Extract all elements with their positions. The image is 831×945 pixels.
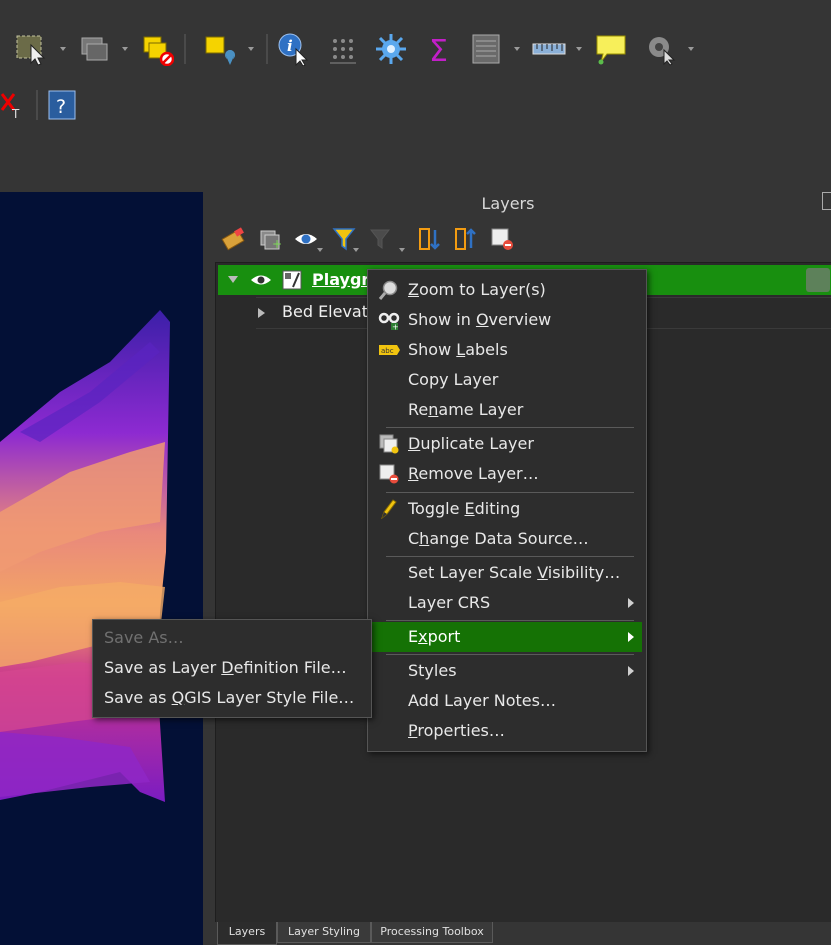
collapse-arrow-icon[interactable] [228,276,238,283]
dropdown-arrow[interactable] [122,47,128,51]
submenu-item-save-qgis-style[interactable]: Save as QGIS Layer Style File… [104,688,354,707]
duplicate-layer-icon [379,434,399,454]
sigma-icon[interactable]: Σ [424,32,458,66]
menu-separator [386,556,634,557]
action-icon[interactable] [644,32,678,66]
menu-item-remove-layer[interactable]: Remove Layer… [372,459,642,489]
menu-item-add-layer-notes[interactable]: Add Layer Notes… [372,686,642,716]
dropdown-arrow[interactable] [353,248,359,252]
layers-panel-toolbar: + [215,222,831,256]
menu-item-zoom-to-layer[interactable]: Zoom to Layer(s) [372,275,642,305]
menu-separator [386,654,634,655]
menu-item-properties[interactable]: Properties… [372,716,642,746]
map-canvas[interactable] [0,192,203,945]
layer-child-name: Bed Elevati [282,302,373,321]
panel-title: Layers [481,194,535,213]
expand-arrow-icon[interactable] [258,308,265,318]
filter-by-expression-icon [369,229,391,249]
tab-layer-styling[interactable]: Layer Styling [277,922,371,943]
select-by-location-icon[interactable] [202,32,236,66]
menu-item-layer-crs[interactable]: Layer CRS [372,588,642,618]
menu-item-rename-layer[interactable]: Rename Layer [372,395,642,425]
visibility-icon[interactable] [293,226,319,252]
menu-item-copy-layer[interactable]: Copy Layer [372,365,642,395]
toolbar-separator [36,90,38,120]
add-group-icon[interactable]: + [257,226,283,252]
submenu-arrow-icon [628,632,634,642]
svg-text:+: + [272,237,282,251]
dropdown-arrow[interactable] [60,47,66,51]
identify-icon[interactable]: i [276,32,310,66]
layer-stack-icon[interactable] [78,32,112,66]
menu-item-export[interactable]: Export [372,622,642,652]
svg-text:Σ: Σ [429,34,448,66]
field-calculator-icon[interactable] [470,32,504,66]
map-tips-icon[interactable] [594,32,628,66]
labels-icon: abc [379,345,400,355]
svg-text:abc: abc [381,347,394,355]
menu-separator [386,620,634,621]
panel-splitter[interactable] [203,192,215,945]
help-icon[interactable]: ? [46,88,80,122]
dropdown-arrow[interactable] [688,47,694,51]
main-toolbar: i Σ T ? [0,0,831,192]
submenu-item-save-as: Save As… [104,628,184,647]
toolbar-separator [266,34,268,64]
remove-layer-icon[interactable] [489,226,515,252]
dropdown-arrow[interactable] [514,47,520,51]
raster-layer-render [0,310,170,802]
overview-glasses-icon: + [378,312,400,331]
menu-separator [386,427,634,428]
layer-context-menu: Zoom to Layer(s) + Show in Overview abc … [367,269,647,752]
svg-text:T: T [11,107,20,121]
export-submenu: Save As… Save as Layer Definition File… … [92,619,372,718]
float-panel-icon[interactable] [822,192,831,210]
raster-layer-icon [282,270,302,290]
menu-item-styles[interactable]: Styles [372,656,642,686]
dropdown-arrow[interactable] [399,248,405,252]
measure-icon[interactable] [532,32,566,66]
collapse-all-icon[interactable] [453,226,479,252]
svg-text:+: + [392,323,399,331]
select-features-icon[interactable] [14,32,48,66]
remove-layer-icon [379,464,399,484]
submenu-item-save-layer-definition[interactable]: Save as Layer Definition File… [104,658,347,677]
zoom-to-layer-icon [378,280,398,300]
style-manager-icon[interactable] [221,226,247,252]
settings-icon[interactable] [374,32,408,66]
menu-item-show-labels[interactable]: abc Show Labels [372,335,642,365]
menu-item-show-in-overview[interactable]: + Show in Overview [372,305,642,335]
menu-item-change-data-source[interactable]: Change Data Source… [372,524,642,554]
digitize-icon[interactable]: T [0,88,34,122]
menu-separator [386,492,634,493]
dropdown-arrow[interactable] [317,248,323,252]
menu-item-set-layer-scale-visibility[interactable]: Set Layer Scale Visibility… [372,558,642,588]
pencil-icon [381,499,397,519]
svg-text:?: ? [56,96,66,118]
embedded-indicator-icon[interactable] [806,268,830,292]
svg-text:i: i [287,37,293,55]
toolbar-separator [184,34,186,64]
attribute-grid-icon[interactable] [326,32,360,66]
deselect-icon[interactable] [140,32,174,66]
eye-icon[interactable] [250,271,272,289]
submenu-arrow-icon [628,666,634,676]
dropdown-arrow[interactable] [248,47,254,51]
tab-layers[interactable]: Layers [217,922,277,945]
expand-all-icon[interactable] [417,226,443,252]
submenu-arrow-icon [628,598,634,608]
dock-tabs: Layers Layer Styling Processing Toolbox [215,922,831,945]
menu-item-toggle-editing[interactable]: Toggle Editing [372,494,642,524]
tab-processing-toolbox[interactable]: Processing Toolbox [371,922,493,943]
dropdown-arrow[interactable] [576,47,582,51]
layer-group-name: Playgr [312,270,370,289]
menu-item-duplicate-layer[interactable]: Duplicate Layer [372,429,642,459]
